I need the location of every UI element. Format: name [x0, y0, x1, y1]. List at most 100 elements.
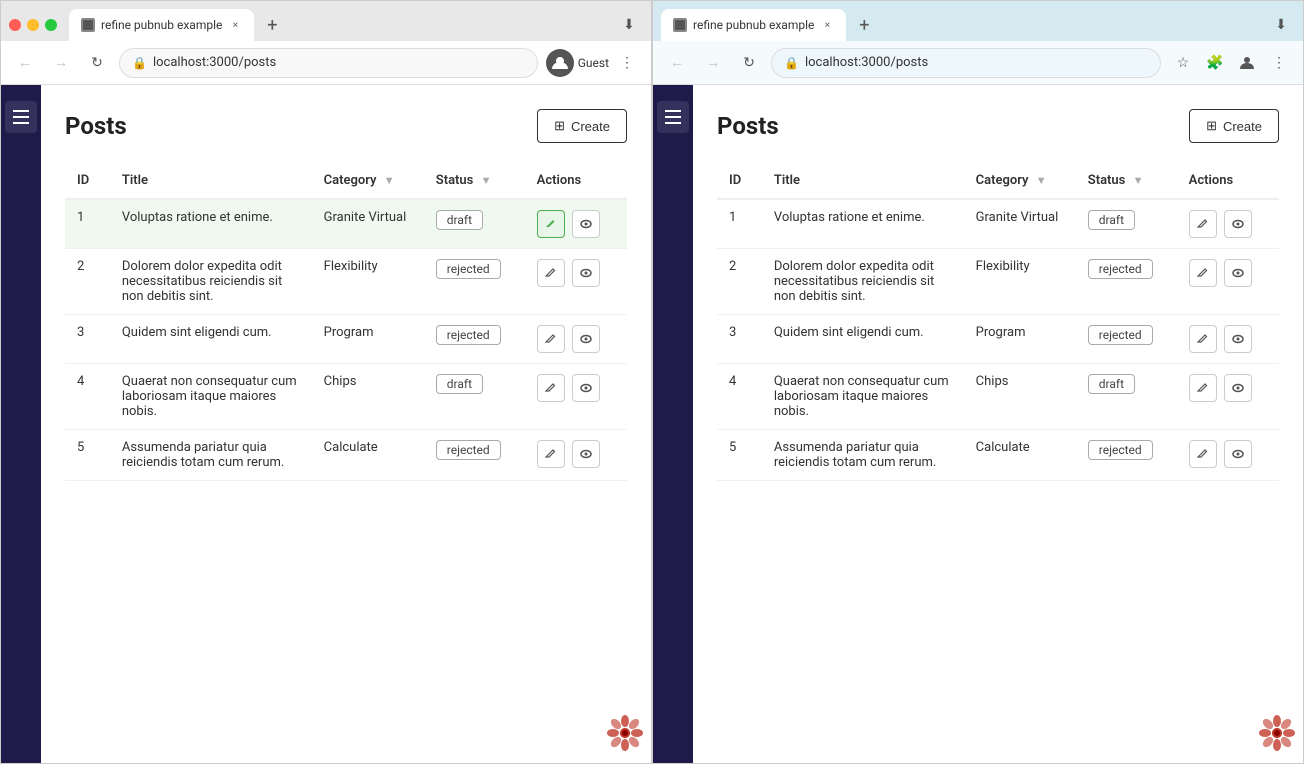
right-view-btn-3[interactable] [1224, 325, 1252, 353]
left-create-label: Create [571, 119, 610, 134]
tl-maximize[interactable] [45, 19, 57, 31]
right-tab-close-btn[interactable]: × [820, 18, 834, 32]
right-view-btn-2[interactable] [1224, 259, 1252, 287]
right-address-bar[interactable]: 🔒 localhost:3000/posts [771, 48, 1161, 78]
left-view-btn-4[interactable] [572, 374, 600, 402]
left-view-btn-5[interactable] [572, 440, 600, 468]
right-active-tab[interactable]: refine pubnub example × [661, 9, 846, 41]
cell-actions [525, 249, 627, 315]
cell-title: Quaerat non consequatur cum laboriosam i… [762, 364, 964, 430]
cell-title: Dolorem dolor expedita odit necessitatib… [762, 249, 964, 315]
left-view-btn-1[interactable] [572, 210, 600, 238]
right-person-icon[interactable] [1233, 49, 1261, 77]
right-sidebar-menu-btn[interactable] [657, 101, 689, 133]
cell-id: 5 [717, 430, 762, 481]
cell-actions [1177, 315, 1279, 364]
right-category-filter-icon[interactable]: ▼ [1036, 174, 1047, 187]
right-more-btn[interactable]: ⋮ [1265, 49, 1293, 77]
right-page-title: Posts [717, 112, 779, 140]
left-edit-btn-2[interactable] [537, 259, 565, 287]
left-table-body: 1 Voluptas ratione et enime. Granite Vir… [65, 199, 627, 481]
status-badge: rejected [436, 440, 501, 460]
table-row: 2 Dolorem dolor expedita odit necessitat… [65, 249, 627, 315]
left-lock-icon: 🔒 [132, 56, 147, 70]
cell-id: 4 [65, 364, 110, 430]
table-row: 3 Quidem sint eligendi cum. Program reje… [717, 315, 1279, 364]
right-table-header: ID Title Category ▼ Status ▼ Actions [717, 163, 1279, 199]
left-view-btn-2[interactable] [572, 259, 600, 287]
left-toolbar: ← → ↻ 🔒 localhost:3000/posts Guest ⋮ [1, 41, 651, 85]
left-edit-btn-4[interactable] [537, 374, 565, 402]
left-sidebar-menu-btn[interactable] [5, 101, 37, 133]
tl-minimize[interactable] [27, 19, 39, 31]
left-user-avatar[interactable] [546, 49, 574, 77]
left-edit-btn-3[interactable] [537, 325, 565, 353]
right-view-btn-1[interactable] [1224, 210, 1252, 238]
left-user-label: Guest [578, 56, 609, 70]
right-edit-btn-4[interactable] [1189, 374, 1217, 402]
cell-category: Program [312, 315, 424, 364]
right-status-filter-icon[interactable]: ▼ [1133, 174, 1144, 187]
left-active-tab[interactable]: refine pubnub example × [69, 9, 254, 41]
right-flower-decoration [1259, 715, 1295, 755]
right-puzzle-icon[interactable]: 🧩 [1201, 49, 1229, 77]
right-view-btn-5[interactable] [1224, 440, 1252, 468]
left-more-btn[interactable]: ⋮ [613, 49, 641, 77]
right-edit-btn-3[interactable] [1189, 325, 1217, 353]
status-badge: draft [1088, 210, 1135, 230]
left-back-btn[interactable]: ← [11, 49, 39, 77]
left-download-icon[interactable]: ⬇ [615, 11, 643, 39]
left-data-table: ID Title Category ▼ Status ▼ Actions [65, 163, 627, 481]
right-browser-window: refine pubnub example × + ⬇ ← → ↻ 🔒 loca… [652, 0, 1304, 764]
right-edit-btn-2[interactable] [1189, 259, 1217, 287]
cell-status: draft [424, 364, 525, 430]
left-edit-btn-5[interactable] [537, 440, 565, 468]
left-page-header: Posts ⊞ Create [65, 109, 627, 143]
status-badge: draft [1088, 374, 1135, 394]
left-address-bar[interactable]: 🔒 localhost:3000/posts [119, 48, 538, 78]
table-row: 2 Dolorem dolor expedita odit necessitat… [717, 249, 1279, 315]
left-category-filter-icon[interactable]: ▼ [384, 174, 395, 187]
right-toolbar-extras: ☆ 🧩 ⋮ [1169, 49, 1293, 77]
right-download-icon[interactable]: ⬇ [1267, 11, 1295, 39]
cell-category: Chips [312, 364, 424, 430]
right-edit-btn-1[interactable] [1189, 210, 1217, 238]
status-badge: rejected [1088, 259, 1153, 279]
right-create-btn[interactable]: ⊞ Create [1189, 109, 1279, 143]
cell-title: Voluptas ratione et enime. [762, 199, 964, 249]
right-tab-favicon [673, 18, 687, 32]
right-forward-btn[interactable]: → [699, 49, 727, 77]
right-col-id: ID [717, 163, 762, 199]
left-col-title: Title [110, 163, 312, 199]
left-create-btn[interactable]: ⊞ Create [537, 109, 627, 143]
right-col-title: Title [762, 163, 964, 199]
left-refresh-btn[interactable]: ↻ [83, 49, 111, 77]
table-row: 3 Quidem sint eligendi cum. Program reje… [65, 315, 627, 364]
cell-category: Chips [964, 364, 1076, 430]
left-view-btn-3[interactable] [572, 325, 600, 353]
cell-title: Dolorem dolor expedita odit necessitatib… [110, 249, 312, 315]
cell-id: 2 [65, 249, 110, 315]
left-forward-btn[interactable]: → [47, 49, 75, 77]
right-star-icon[interactable]: ☆ [1169, 49, 1197, 77]
cell-id: 1 [717, 199, 762, 249]
left-url: localhost:3000/posts [153, 55, 276, 70]
left-tab-title: refine pubnub example [101, 18, 222, 32]
right-edit-btn-5[interactable] [1189, 440, 1217, 468]
right-main-area: Posts ⊞ Create ID Title Category ▼ S [693, 85, 1303, 763]
right-refresh-btn[interactable]: ↻ [735, 49, 763, 77]
right-sidebar [653, 85, 693, 763]
left-status-filter-icon[interactable]: ▼ [481, 174, 492, 187]
cell-title: Quidem sint eligendi cum. [762, 315, 964, 364]
cell-status: rejected [424, 315, 525, 364]
right-view-btn-4[interactable] [1224, 374, 1252, 402]
right-back-btn[interactable]: ← [663, 49, 691, 77]
left-tab-close-btn[interactable]: × [228, 18, 242, 32]
left-new-tab-btn[interactable]: + [258, 11, 286, 39]
right-toolbar: ← → ↻ 🔒 localhost:3000/posts ☆ 🧩 ⋮ [653, 41, 1303, 85]
right-new-tab-btn[interactable]: + [850, 11, 878, 39]
left-edit-btn-1[interactable] [537, 210, 565, 238]
cell-title: Quaerat non consequatur cum laboriosam i… [110, 364, 312, 430]
tl-close[interactable] [9, 19, 21, 31]
status-badge: rejected [1088, 325, 1153, 345]
